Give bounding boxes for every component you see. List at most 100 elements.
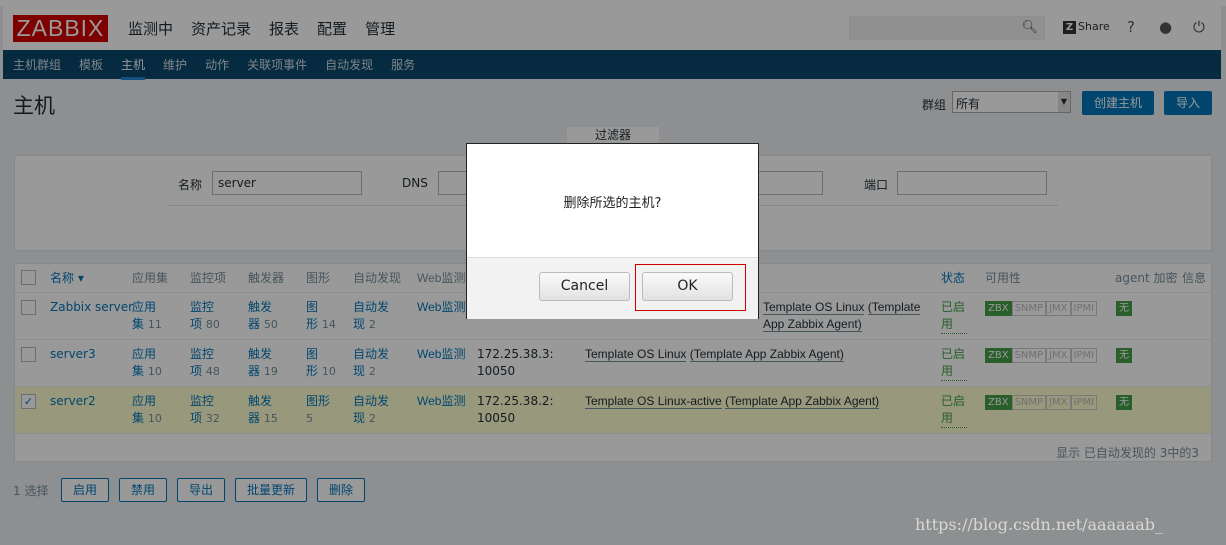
triggers-count: 50 bbox=[263, 318, 278, 331]
items-link[interactable]: 监控项 32 bbox=[190, 393, 220, 427]
search-icon[interactable]: 🔍︎ bbox=[1021, 20, 1038, 35]
template-link[interactable]: Template OS Linux-active bbox=[585, 394, 722, 409]
items-count: 32 bbox=[205, 412, 220, 425]
ok-button[interactable]: OK bbox=[642, 272, 733, 301]
web-link[interactable]: Web监测 bbox=[417, 393, 465, 410]
power-icon[interactable]: ⏻ bbox=[1193, 18, 1205, 36]
parent-template-link[interactable]: (Template App Zabbix Agent) bbox=[725, 394, 880, 409]
row-checkbox[interactable]: ✓ bbox=[21, 394, 36, 409]
triggers-link[interactable]: 触发器 19 bbox=[248, 346, 278, 380]
web-link[interactable]: Web监测 bbox=[417, 299, 465, 316]
applications-link[interactable]: 应用集 10 bbox=[132, 346, 162, 380]
group-label: 群组 bbox=[922, 98, 947, 112]
status-toggle[interactable]: 已启用 bbox=[941, 299, 967, 334]
discovery-count: 2 bbox=[368, 412, 376, 425]
triggers-label-2: 器 bbox=[248, 411, 261, 425]
cancel-button[interactable]: Cancel bbox=[539, 272, 630, 301]
sub-nav: 主机群组 模板 主机 维护 动作 关联项事件 自动发现 服务 bbox=[3, 50, 1221, 80]
parent-template-link[interactable]: (Template App Zabbix Agent) bbox=[689, 347, 844, 362]
dialog-footer: Cancel OK bbox=[467, 257, 758, 319]
snmp-badge: SNMP bbox=[1011, 301, 1047, 316]
subnav-discovery[interactable]: 自动发现 bbox=[325, 56, 373, 73]
host-name-link[interactable]: Zabbix server bbox=[50, 299, 133, 316]
user-icon[interactable]: ● bbox=[1159, 18, 1172, 36]
template-link[interactable]: Template OS Linux bbox=[763, 300, 865, 315]
templates: Template OS Linux (Template App Zabbix A… bbox=[763, 299, 937, 333]
row-checkbox[interactable] bbox=[21, 347, 36, 362]
subnav-hosts[interactable]: 主机 bbox=[121, 56, 146, 80]
jmx-badge: JMX bbox=[1046, 395, 1071, 410]
applications-label: 应用 bbox=[132, 300, 157, 314]
template-link[interactable]: Template OS Linux bbox=[585, 347, 687, 362]
subnav-services[interactable]: 服务 bbox=[391, 56, 415, 73]
nav-administration[interactable]: 管理 bbox=[364, 18, 396, 39]
subnav-maintenance[interactable]: 维护 bbox=[163, 56, 187, 73]
enable-button[interactable]: 启用 bbox=[61, 478, 109, 502]
select-all-checkbox[interactable] bbox=[21, 270, 36, 285]
header-name[interactable]: 名称 ▾ bbox=[50, 270, 84, 287]
applications-link[interactable]: 应用集 10 bbox=[132, 393, 162, 427]
mass-update-button[interactable]: 批量更新 bbox=[235, 478, 307, 502]
nav-inventory[interactable]: 资产记录 bbox=[190, 18, 252, 39]
discovery-count: 2 bbox=[368, 318, 376, 331]
encryption-badge: 无 bbox=[1116, 395, 1132, 410]
graphs-link[interactable]: 图形 14 bbox=[306, 299, 336, 333]
availability-badges: ZBX SNMP JMX IPMI bbox=[985, 301, 1098, 316]
status-toggle[interactable]: 已启用 bbox=[941, 346, 967, 381]
name-input[interactable]: server bbox=[212, 171, 362, 195]
ipmi-badge: IPMI bbox=[1070, 348, 1098, 363]
graphs-link[interactable]: 图形 5 bbox=[306, 393, 330, 427]
table-footer: 显示 已自动发现的 3中的3 bbox=[1056, 446, 1199, 460]
main-nav: 监测中 资产记录 报表 配置 管理 bbox=[127, 18, 396, 39]
graphs-label-2: 形 bbox=[306, 364, 319, 378]
header-info: 信息 bbox=[1182, 271, 1207, 285]
header-web: Web监测 bbox=[417, 271, 466, 285]
triggers-link[interactable]: 触发器 50 bbox=[248, 299, 278, 333]
discovery-link[interactable]: 自动发现 2 bbox=[353, 393, 389, 427]
applications-label: 应用 bbox=[132, 347, 157, 361]
delete-button[interactable]: 删除 bbox=[317, 478, 365, 502]
port-label: 端口 bbox=[864, 178, 889, 192]
nav-monitoring[interactable]: 监测中 bbox=[127, 18, 174, 39]
create-host-button[interactable]: 创建主机 bbox=[1082, 91, 1154, 115]
header-status[interactable]: 状态 bbox=[941, 270, 965, 287]
subnav-actions[interactable]: 动作 bbox=[205, 56, 229, 73]
zabbix-logo[interactable]: ZABBIX bbox=[13, 15, 108, 42]
row-checkbox[interactable] bbox=[21, 300, 36, 315]
status-toggle[interactable]: 已启用 bbox=[941, 393, 967, 428]
graphs-link[interactable]: 图形 10 bbox=[306, 346, 336, 380]
search-input[interactable]: 🔍︎ bbox=[849, 16, 1045, 40]
items-link[interactable]: 监控项 48 bbox=[190, 346, 220, 380]
web-link[interactable]: Web监测 bbox=[417, 346, 465, 363]
items-label: 监控 bbox=[190, 300, 215, 314]
snmp-badge: SNMP bbox=[1011, 348, 1047, 363]
group-select[interactable]: 所有 ▼ bbox=[952, 91, 1071, 113]
nav-reports[interactable]: 报表 bbox=[268, 18, 300, 39]
discovery-link[interactable]: 自动发现 2 bbox=[353, 346, 389, 380]
triggers-link[interactable]: 触发器 15 bbox=[248, 393, 278, 427]
items-link[interactable]: 监控项 80 bbox=[190, 299, 220, 333]
host-name-link[interactable]: server3 bbox=[50, 346, 96, 363]
items-label: 监控 bbox=[190, 347, 215, 361]
discovery-link[interactable]: 自动发现 2 bbox=[353, 299, 389, 333]
disable-button[interactable]: 禁用 bbox=[119, 478, 167, 502]
graphs-label: 图 bbox=[306, 347, 319, 361]
header-encryption: agent 加密 bbox=[1115, 271, 1178, 285]
help-icon[interactable]: ? bbox=[1127, 18, 1135, 36]
import-button[interactable]: 导入 bbox=[1164, 91, 1212, 115]
dns-label: DNS bbox=[402, 176, 428, 190]
subnav-templates[interactable]: 模板 bbox=[79, 56, 103, 73]
graphs-label-2: 形 bbox=[306, 317, 319, 331]
interface: 172.25.38.2: 10050 bbox=[477, 394, 554, 425]
triggers-label: 触发 bbox=[248, 347, 273, 361]
filter-tab[interactable]: 过滤器 bbox=[567, 128, 659, 142]
export-button[interactable]: 导出 bbox=[177, 478, 225, 502]
items-label-2: 项 bbox=[190, 364, 203, 378]
port-input[interactable] bbox=[897, 171, 1047, 195]
subnav-correlation[interactable]: 关联项事件 bbox=[247, 56, 307, 73]
host-name-link[interactable]: server2 bbox=[50, 393, 96, 410]
nav-configuration[interactable]: 配置 bbox=[316, 18, 348, 39]
subnav-host-groups[interactable]: 主机群组 bbox=[13, 56, 61, 73]
applications-link[interactable]: 应用集 11 bbox=[132, 299, 162, 333]
share-link[interactable]: Z Share bbox=[1063, 20, 1110, 34]
